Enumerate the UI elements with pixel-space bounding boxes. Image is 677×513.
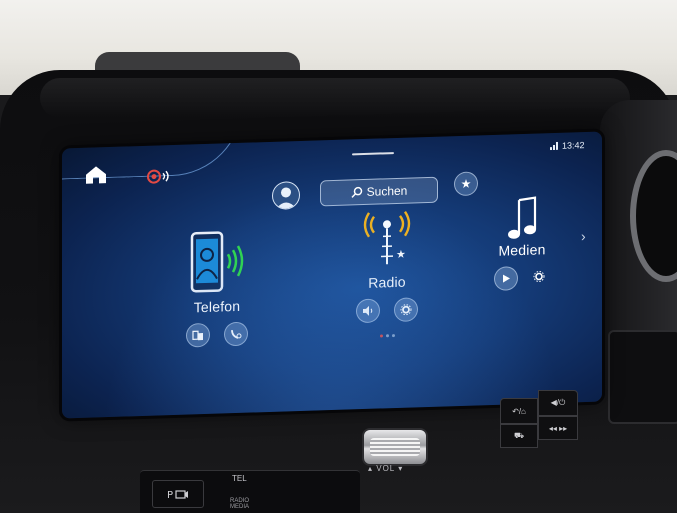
dashboard-reflection [40,78,630,118]
signal-icon [550,142,558,150]
status-area: 13:42 [550,140,585,151]
vehicle-button[interactable]: ⛟ [500,424,538,448]
svg-text:P: P [167,490,173,500]
voice-assistant-button[interactable] [146,167,172,186]
svg-text:★: ★ [396,248,406,261]
clock: 13:42 [562,140,585,151]
phone-devices-button[interactable] [186,323,210,348]
phone-settings-button[interactable] [224,322,248,347]
widget-radio[interactable]: ★ Radio [352,207,422,323]
phone-icon [182,228,252,300]
search-icon [351,186,363,198]
radio-tower-icon: ★ [362,207,412,275]
search-label: Suchen [367,184,408,199]
page-dot-active [380,334,383,337]
volume-label: ▴ VOL ▾ [368,464,403,473]
voice-assistant-icon [146,167,172,186]
parking-camera-button[interactable]: P [152,480,204,508]
vol-down-icon: ▴ [368,464,376,473]
tel-button[interactable]: TEL [232,474,247,483]
mute-button[interactable]: ◀/⏻ [538,390,578,416]
phone-settings-icon [230,328,242,340]
next-page-chevron-icon[interactable]: › [581,228,586,244]
widget-medien[interactable]: Medien [492,195,552,291]
widget-telefon[interactable]: Telefon [172,227,262,348]
radio-media-button[interactable]: RADIO MEDIA [230,498,249,510]
phone-devices-icon [192,329,204,341]
star-icon: ★ [461,177,472,191]
page-dot [386,334,389,337]
radio-audio-button[interactable] [356,298,380,323]
home-icon [82,163,110,186]
gear-icon [533,270,545,282]
music-note-icon [505,195,539,242]
medien-label: Medien [492,241,552,259]
telefon-label: Telefon [172,297,262,316]
home-button[interactable] [82,163,110,186]
back-button[interactable]: ↶/⌂ [500,398,538,424]
radio-media-line2: MEDIA [230,504,249,510]
speaker-icon [362,305,374,317]
infotainment-screen: 13:42 Suchen ★ Telefon [62,132,602,419]
favorites-button[interactable]: ★ [454,171,478,196]
seek-button[interactable]: ◂◂ ▸▸ [538,416,578,440]
side-shelf [608,330,677,424]
search-button[interactable]: Suchen [320,177,438,207]
page-indicator [380,334,395,337]
seek-icon: ◂◂ ▸▸ [549,424,567,433]
mute-icon: ◀/⏻ [551,398,566,408]
user-profile-icon [273,182,299,209]
vol-up-icon: ▾ [395,464,403,473]
media-settings-button[interactable] [528,265,550,288]
back-icon: ↶/⌂ [512,407,526,416]
gear-icon [400,303,412,315]
parking-camera-icon: P [167,488,189,500]
page-dot [392,334,395,337]
volume-knob[interactable] [362,428,428,466]
car-icon: ⛟ [514,431,524,441]
radio-settings-button[interactable] [394,297,418,322]
play-icon [500,272,512,284]
radio-label: Radio [352,273,422,291]
profile-button[interactable] [272,181,300,210]
media-play-button[interactable] [494,266,518,291]
drag-handle[interactable] [352,152,394,155]
vol-text: VOL [376,464,395,473]
